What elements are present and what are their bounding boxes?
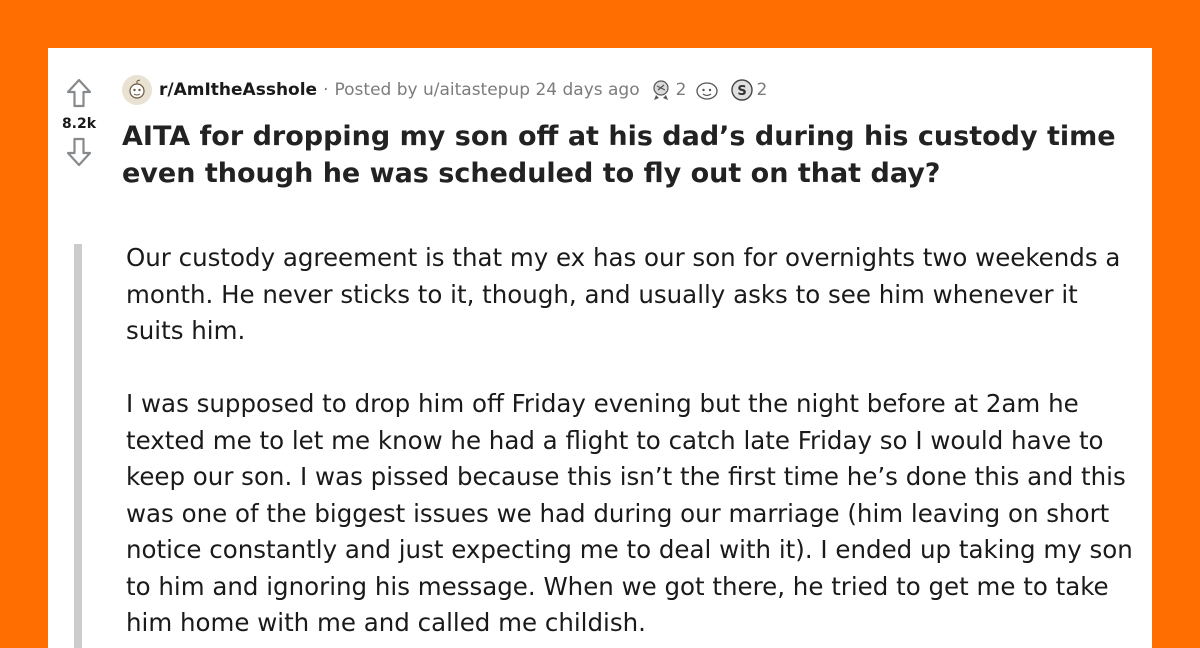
post-body: Our custody agreement is that my ex has … (126, 240, 1136, 648)
award-1[interactable]: 2 (650, 78, 687, 102)
silver-coin-icon: S (731, 79, 754, 101)
vote-count: 8.2k (61, 116, 97, 132)
quote-bar (74, 244, 82, 648)
svg-text:S: S (738, 84, 747, 99)
post-title[interactable]: AITA for dropping my son off at his dad’… (122, 118, 1147, 192)
subreddit-avatar[interactable] (122, 75, 152, 105)
subreddit-link[interactable]: r/AmItheAsshole (159, 80, 317, 100)
upvote-button[interactable] (64, 76, 94, 110)
meta-separator: · (323, 80, 329, 100)
award-2[interactable] (694, 78, 722, 102)
award-3-count: 2 (756, 80, 768, 100)
award-3[interactable]: S 2 (730, 78, 767, 102)
downvote-arrow-icon (66, 137, 92, 167)
post-card: 8.2k r/AmItheAsshole · Posted by u/aitas… (48, 48, 1152, 648)
posted-by-text: Posted by u/aitastepup 24 days ago (334, 80, 640, 100)
subreddit-mascot-icon (129, 79, 145, 99)
post-meta: r/AmItheAsshole · Posted by u/aitastepup… (122, 74, 775, 106)
downvote-button[interactable] (64, 135, 94, 169)
upvote-arrow-icon (66, 78, 92, 108)
wholesome-face-icon (696, 82, 719, 100)
vote-column: 8.2k (48, 48, 110, 169)
body-paragraph-1: Our custody agreement is that my ex has … (126, 243, 1121, 345)
award-badge-icon (653, 80, 669, 100)
award-1-count: 2 (675, 80, 687, 100)
body-paragraph-2: I was supposed to drop him off Friday ev… (126, 389, 1133, 637)
